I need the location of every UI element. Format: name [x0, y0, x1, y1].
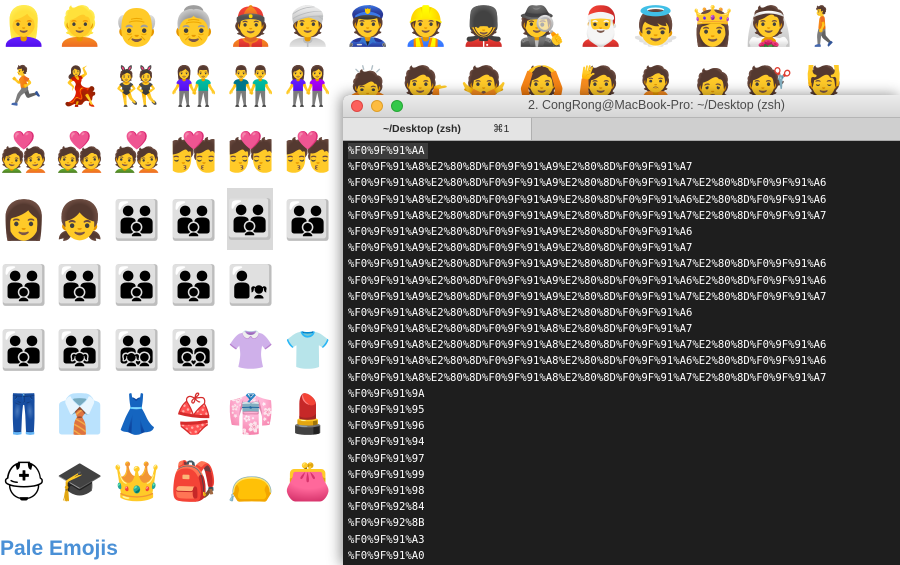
emoji-item[interactable]: 👨‍👨‍👦‍👦 — [170, 326, 218, 374]
emoji-item[interactable]: 👪 — [170, 261, 218, 309]
emoji-item[interactable]: 🕵️ — [518, 2, 566, 50]
emoji-item[interactable]: 👪 — [0, 261, 48, 309]
emoji-item[interactable]: 👨‍👨‍👧 — [56, 326, 104, 374]
terminal-line: %F0%9F%91%A9%E2%80%8D%F0%9F%91%A9%E2%80%… — [348, 225, 693, 238]
emoji-item[interactable]: 👪 — [113, 196, 161, 244]
emoji-item[interactable]: 👪 — [170, 196, 218, 244]
terminal-line: %F0%9F%91%A8%E2%80%8D%F0%9F%91%A9%E2%80%… — [348, 193, 827, 206]
terminal-line: %F0%9F%92%8B — [348, 517, 425, 530]
emoji-item[interactable]: 👕 — [284, 326, 332, 374]
emoji-item[interactable]: 👮 — [344, 2, 392, 50]
emoji-item[interactable]: 👪 — [284, 196, 332, 244]
section-heading: Pale Emojis — [0, 537, 118, 560]
terminal-line: %F0%9F%91%A8%E2%80%8D%F0%9F%91%A9%E2%80%… — [348, 161, 693, 174]
terminal-line: %F0%9F%91%A9%E2%80%8D%F0%9F%91%A9%E2%80%… — [348, 258, 827, 271]
emoji-item[interactable]: 🎓 — [56, 457, 104, 505]
terminal-line: %F0%9F%92%84 — [348, 501, 425, 514]
emoji-item[interactable]: 🎒 — [170, 457, 218, 505]
emoji-item[interactable]: 👖 — [0, 390, 48, 438]
emoji-item[interactable]: 👪 — [113, 261, 161, 309]
emoji-item[interactable]: ⛑ — [0, 457, 48, 505]
emoji-item[interactable]: 👨‍👨‍👦 — [0, 326, 48, 374]
emoji-item[interactable]: 👷 — [402, 2, 450, 50]
emoji-item[interactable]: 👧 — [56, 196, 104, 244]
terminal-line: %F0%9F%91%97 — [348, 452, 425, 465]
emoji-item[interactable]: 👬 — [227, 62, 275, 110]
tab-shortcut: ⌘1 — [493, 123, 510, 135]
emoji-item[interactable]: 👘 — [227, 390, 275, 438]
emoji-item[interactable]: 👫 — [170, 62, 218, 110]
emoji-item[interactable]: 👵 — [170, 2, 218, 50]
terminal-line: %F0%9F%91%94 — [348, 436, 425, 449]
title-bar[interactable]: 2. CongRong@MacBook-Pro: ~/Desktop (zsh) — [343, 95, 900, 118]
emoji-item[interactable]: 🚶 — [800, 2, 848, 50]
emoji-item[interactable]: 👚 — [227, 326, 275, 374]
emoji-item[interactable]: 💑 — [0, 128, 48, 176]
emoji-item[interactable]: 💂 — [460, 2, 508, 50]
emoji-item[interactable]: 👪 — [56, 261, 104, 309]
terminal-line: %F0%9F%91%A8%E2%80%8D%F0%9F%91%A9%E2%80%… — [348, 177, 827, 190]
emoji-item[interactable]: 👨‍👨‍👧‍👦 — [113, 326, 161, 374]
emoji-item[interactable]: 👔 — [56, 390, 104, 438]
emoji-item[interactable]: 💑 — [56, 128, 104, 176]
emoji-item[interactable]: 👨‍👧 — [227, 261, 275, 309]
emoji-item[interactable]: 👳 — [284, 2, 332, 50]
terminal-line: %F0%9F%91%A3 — [348, 533, 425, 546]
emoji-item[interactable]: 👰 — [745, 2, 793, 50]
terminal-line: %F0%9F%91%95 — [348, 404, 425, 417]
terminal-window[interactable]: 2. CongRong@MacBook-Pro: ~/Desktop (zsh)… — [343, 95, 900, 565]
emoji-item[interactable]: 💄 — [284, 390, 332, 438]
emoji-item[interactable]: 👛 — [284, 457, 332, 505]
emoji-item[interactable]: 💃 — [56, 62, 104, 110]
terminal-line: %F0%9F%91%A8%E2%80%8D%F0%9F%91%A9%E2%80%… — [348, 209, 827, 222]
tab-desktop-zsh[interactable]: ~/Desktop (zsh) ⌘1 — [343, 118, 532, 140]
terminal-line: %F0%9F%91%A9%E2%80%8D%F0%9F%91%A9%E2%80%… — [348, 274, 827, 287]
terminal-line: %F0%9F%91%A0 — [348, 549, 425, 562]
emoji-item[interactable]: 👱 — [56, 2, 104, 50]
terminal-line: %F0%9F%91%A8%E2%80%8D%F0%9F%91%A8%E2%80%… — [348, 323, 693, 336]
emoji-item[interactable]: 👲 — [227, 2, 275, 50]
emoji-item[interactable]: 👯 — [113, 62, 161, 110]
terminal-line: %F0%9F%91%A9%E2%80%8D%F0%9F%91%A9%E2%80%… — [348, 242, 693, 255]
terminal-line: %F0%9F%91%96 — [348, 420, 425, 433]
emoji-item[interactable]: 👸 — [689, 2, 737, 50]
terminal-line: %F0%9F%91%A9%E2%80%8D%F0%9F%91%A9%E2%80%… — [348, 290, 827, 303]
emoji-item[interactable]: 👑 — [113, 457, 161, 505]
tab-label: ~/Desktop (zsh) — [383, 123, 461, 135]
emoji-item[interactable]: 🎅 — [577, 2, 625, 50]
terminal-line: %F0%9F%91%AA — [348, 143, 428, 160]
terminal-output[interactable]: %F0%9F%91%AA %F0%9F%91%A8%E2%80%8D%F0%9F%… — [343, 141, 900, 565]
emoji-item[interactable]: 👩 — [0, 196, 48, 244]
emoji-item[interactable]: 🏃 — [0, 62, 48, 110]
emoji-item[interactable]: 💏 — [227, 128, 275, 176]
terminal-line: %F0%9F%91%9A — [348, 387, 425, 400]
emoji-item[interactable]: 👱‍♀️ — [0, 2, 48, 50]
terminal-line: %F0%9F%91%A8%E2%80%8D%F0%9F%91%A8%E2%80%… — [348, 355, 827, 368]
terminal-line: %F0%9F%91%A8%E2%80%8D%F0%9F%91%A8%E2%80%… — [348, 339, 827, 352]
emoji-item[interactable]: 👪 — [226, 188, 274, 250]
tab-bar: ~/Desktop (zsh) ⌘1 — [343, 118, 900, 141]
terminal-line: %F0%9F%91%98 — [348, 484, 425, 497]
emoji-item[interactable]: 👗 — [113, 390, 161, 438]
window-title: 2. CongRong@MacBook-Pro: ~/Desktop (zsh) — [528, 98, 785, 112]
emoji-item[interactable]: 👝 — [227, 457, 275, 505]
emoji-item[interactable]: 💑 — [113, 128, 161, 176]
emoji-row: 👱‍♀️ 👱 👴 👵 👲 👳 👮 👷 💂 🕵️ 🎅 👼 👸 👰 🚶 — [0, 0, 900, 60]
terminal-line: %F0%9F%91%99 — [348, 468, 425, 481]
emoji-item[interactable]: 👼 — [632, 2, 680, 50]
emoji-item[interactable]: 👙 — [170, 390, 218, 438]
terminal-line: %F0%9F%91%A8%E2%80%8D%F0%9F%91%A8%E2%80%… — [348, 371, 827, 384]
terminal-line: %F0%9F%91%A8%E2%80%8D%F0%9F%91%A8%E2%80%… — [348, 306, 693, 319]
emoji-item[interactable]: 💏 — [170, 128, 218, 176]
emoji-item[interactable]: 👴 — [113, 2, 161, 50]
emoji-item[interactable]: 💏 — [284, 128, 332, 176]
emoji-item[interactable]: 👭 — [284, 62, 332, 110]
